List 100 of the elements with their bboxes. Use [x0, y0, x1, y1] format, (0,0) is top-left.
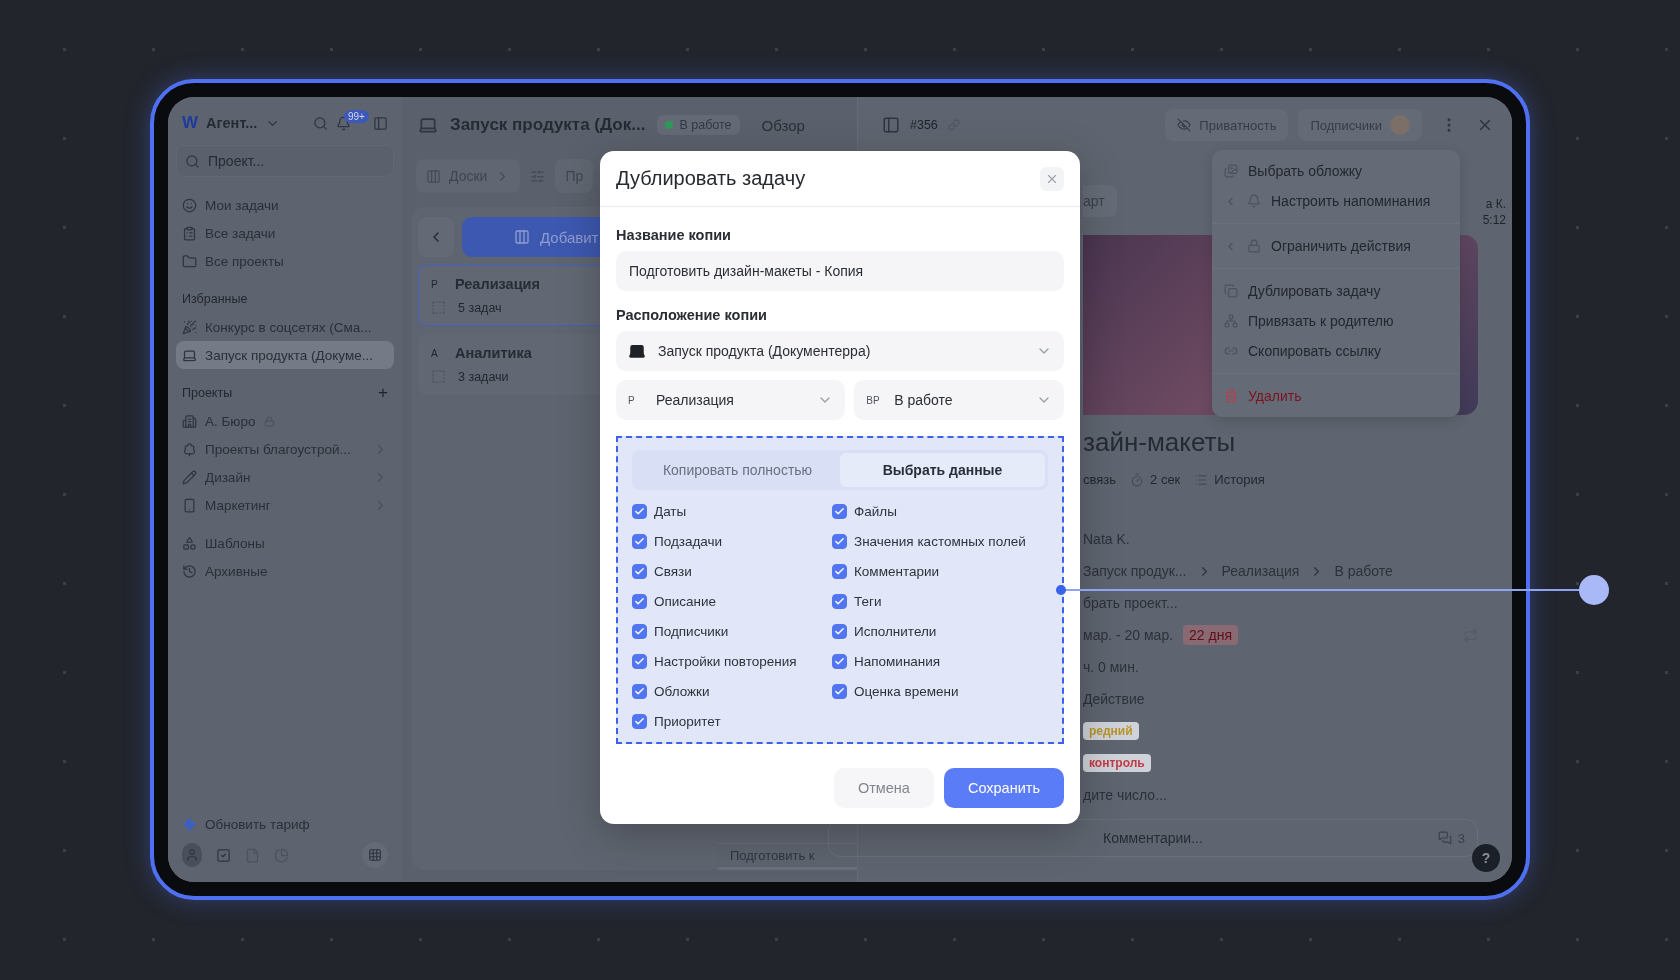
option-checkbox[interactable]: Настройки повторения — [632, 650, 832, 672]
shapes-icon — [182, 535, 197, 551]
check-icon — [834, 505, 845, 517]
checkbox[interactable] — [832, 533, 847, 549]
checkbox[interactable] — [832, 623, 847, 639]
check-icon — [834, 535, 845, 547]
calendar-button[interactable] — [362, 842, 388, 868]
mode-tab[interactable]: Копировать полностью — [635, 453, 840, 487]
menu-item[interactable]: Скопировать ссылку — [1212, 336, 1460, 366]
checkbox[interactable] — [832, 563, 847, 579]
copy-icon — [1224, 284, 1238, 298]
option-checkbox[interactable]: Приоритет — [632, 710, 832, 732]
option-checkbox[interactable]: Даты — [632, 500, 832, 522]
stage-select[interactable]: Р Реализация — [616, 380, 846, 420]
panel-icon[interactable] — [373, 115, 388, 131]
days-badge: 22 дня — [1183, 625, 1239, 645]
checkbox[interactable] — [632, 653, 647, 669]
menu-item[interactable]: Настроить напоминания — [1212, 186, 1460, 216]
eye-off-icon — [1177, 118, 1192, 132]
checkbox[interactable] — [632, 563, 647, 579]
nav-item[interactable]: Мои задачи — [176, 191, 394, 219]
marker-circle — [1579, 575, 1609, 605]
checkbox[interactable] — [632, 503, 647, 519]
avatar[interactable] — [182, 843, 202, 867]
menu-item[interactable]: Дублировать задачу — [1212, 276, 1460, 306]
search-icon — [185, 153, 200, 169]
add-project-button[interactable]: + — [378, 383, 388, 403]
checkbox[interactable] — [632, 593, 647, 609]
menu-item[interactable]: Ограничить действия — [1212, 231, 1460, 261]
smile-icon — [182, 197, 197, 213]
pencil-icon — [182, 469, 197, 485]
menu-item[interactable]: Удалить — [1212, 381, 1460, 411]
checkbox-icon[interactable] — [216, 847, 231, 863]
menu-item[interactable]: Привязать к родителю — [1212, 306, 1460, 336]
images-icon — [1224, 164, 1238, 178]
project-item[interactable]: Маркетинг — [176, 491, 394, 519]
option-checkbox[interactable]: Комментарии — [832, 560, 1048, 582]
tree-icon — [182, 441, 197, 457]
stat-text: связь — [1083, 472, 1117, 487]
option-checkbox[interactable]: Обложки — [632, 680, 832, 702]
save-button[interactable]: Сохранить — [943, 768, 1064, 808]
folder-icon — [182, 253, 197, 269]
workspace-name[interactable]: Агент... — [206, 115, 258, 131]
check-icon — [634, 715, 645, 727]
nav-item[interactable]: Шаблоны — [176, 529, 394, 557]
check-icon — [634, 505, 645, 517]
checkbox[interactable] — [832, 683, 847, 699]
option-checkbox[interactable]: Файлы — [832, 500, 1048, 522]
menu-item[interactable]: Выбрать обложку — [1212, 156, 1460, 186]
status-select[interactable]: ВР В работе — [854, 380, 1064, 420]
checkbox[interactable] — [832, 653, 847, 669]
task-count: 5 задач — [458, 300, 502, 315]
option-checkbox[interactable]: Подписчики — [632, 620, 832, 642]
option-checkbox[interactable]: Подзадачи — [632, 530, 832, 552]
stage-prefix: А — [431, 347, 439, 359]
checkbox[interactable] — [632, 533, 647, 549]
check-icon — [634, 685, 645, 697]
history-link[interactable]: История — [1214, 472, 1265, 487]
section-title: Избранные — [182, 292, 248, 306]
option-checkbox[interactable]: Связи — [632, 560, 832, 582]
comments-icon — [1437, 831, 1452, 845]
option-checkbox[interactable]: Оценка времени — [832, 680, 1048, 702]
check-icon — [834, 595, 845, 607]
person-icon — [185, 848, 199, 862]
checkbox[interactable] — [832, 503, 847, 519]
task-count: 3 задачи — [458, 369, 509, 384]
lock-icon — [1247, 239, 1261, 253]
mode-tab[interactable]: Выбрать данные — [840, 453, 1045, 487]
stage-prefix: Р — [431, 278, 439, 290]
help-button[interactable]: ? — [1472, 844, 1500, 872]
party-icon — [182, 319, 197, 335]
option-checkbox[interactable]: Напоминания — [832, 650, 1048, 672]
option-checkbox[interactable]: Значения кастомных полей — [832, 530, 1048, 552]
section-title: Проекты — [182, 386, 233, 400]
option-checkbox[interactable]: Исполнители — [832, 620, 1048, 642]
laptop-icon — [182, 347, 197, 363]
close-button[interactable] — [1040, 166, 1064, 191]
checkbox[interactable] — [832, 593, 847, 609]
check-icon — [634, 655, 645, 667]
search-field[interactable]: Проект... — [176, 145, 394, 177]
laptop-icon — [628, 342, 646, 360]
board-icon — [514, 229, 530, 245]
nav-item[interactable]: Архивные — [176, 557, 394, 585]
name-input[interactable]: Подготовить дизайн-макеты - Копия — [616, 251, 1064, 291]
field-label: Расположение копии — [616, 307, 768, 323]
laptop-icon — [418, 115, 438, 135]
project-item[interactable]: Дизайн — [176, 463, 394, 491]
check-icon — [634, 535, 645, 547]
project-select[interactable]: Запуск продукта (Документерра) — [616, 331, 1064, 371]
cancel-button[interactable]: Отмена — [833, 768, 934, 808]
panel-icon[interactable] — [882, 116, 900, 134]
trash-icon — [1224, 389, 1238, 403]
stat-text: 2 сек — [1150, 472, 1181, 487]
option-checkbox[interactable]: Теги — [832, 590, 1048, 612]
checkbox[interactable] — [632, 713, 647, 729]
option-checkbox[interactable]: Описание — [632, 590, 832, 612]
project-item[interactable]: Запуск продукта (Докуме... — [176, 341, 394, 369]
search-icon[interactable] — [313, 115, 328, 131]
checkbox[interactable] — [632, 623, 647, 639]
checkbox[interactable] — [632, 683, 647, 699]
